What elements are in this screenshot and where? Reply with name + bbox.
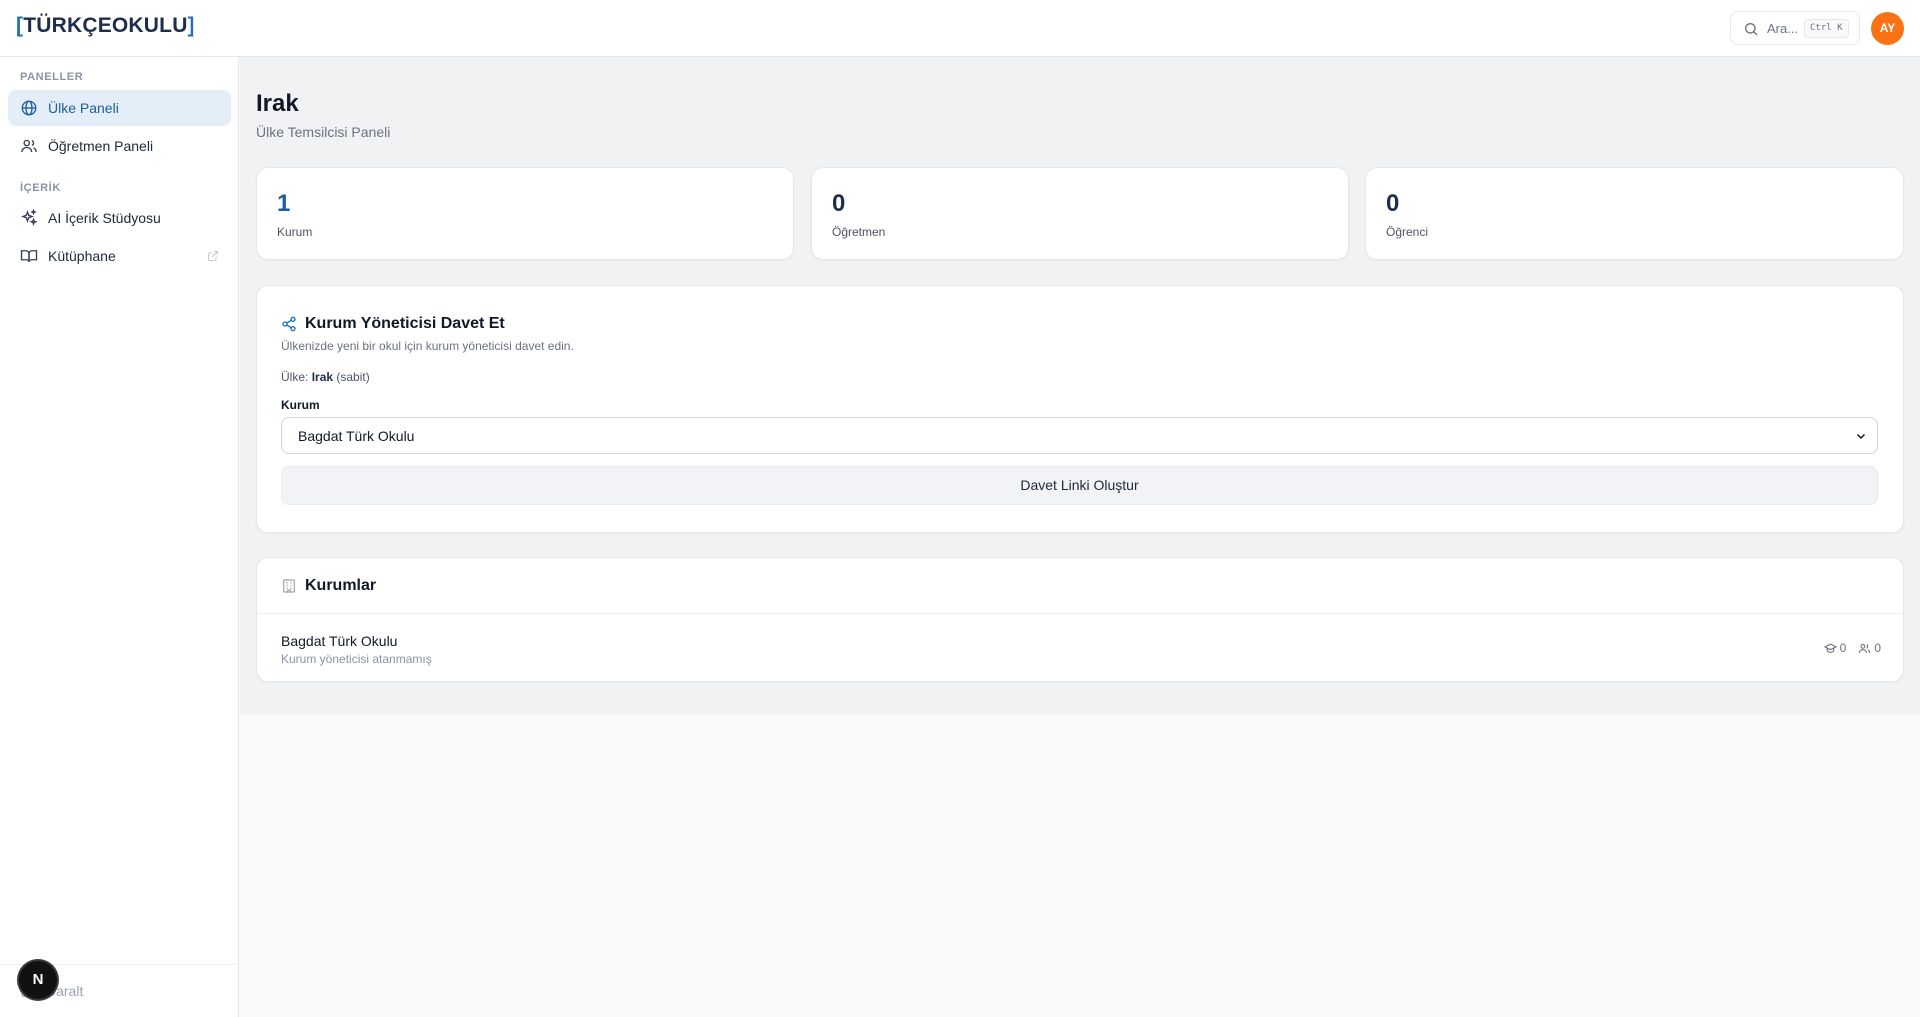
invite-card: Kurum Yöneticisi Davet Et Ülkenizde yeni… <box>256 285 1904 533</box>
stat-label: Öğretmen <box>832 225 886 239</box>
institution-name: Bagdat Türk Okulu <box>281 633 398 649</box>
sidebar-section-label: İÇERİK <box>20 182 61 194</box>
create-invite-link-button[interactable]: Davet Linki Oluştur <box>281 466 1878 505</box>
dev-tools-badge[interactable]: N <box>19 961 57 999</box>
sidebar-item-teacher-panel[interactable]: Öğretmen Paneli <box>8 128 231 164</box>
invite-description: Ülkenizde yeni bir okul için kurum yönet… <box>281 339 574 353</box>
chevron-down-icon <box>1856 433 1866 440</box>
institution-field-label: Kurum <box>281 398 320 412</box>
stat-label: Öğrenci <box>1386 225 1429 239</box>
search-shortcut: Ctrl K <box>1804 19 1849 38</box>
invite-title: Kurum Yöneticisi Davet Et <box>305 315 505 332</box>
search-icon <box>1745 23 1758 36</box>
institution-stats: 0 0 <box>1823 641 1881 655</box>
users-icon <box>21 139 37 153</box>
sidebar-item-country-panel[interactable]: Ülke Paneli <box>8 90 231 126</box>
graduation-cap-icon <box>1823 643 1837 653</box>
stat-card-students: 0 Öğrenci <box>1365 167 1904 260</box>
top-header: [TÜRKÇEOKULU] Ara... Ctrl K AY <box>0 0 1920 57</box>
brand-name: TÜRKÇEOKULU <box>23 14 188 37</box>
sidebar-item-label: AI İçerik Stüdyosu <box>48 210 161 226</box>
sidebar-item-ai-studio[interactable]: AI İçerik Stüdyosu <box>8 200 231 236</box>
student-count: 0 <box>1823 641 1846 655</box>
brand-logo[interactable]: [TÜRKÇEOKULU] <box>16 14 195 38</box>
institution-select-value: Bagdat Türk Okulu <box>298 428 415 444</box>
page-title: Irak <box>256 90 299 117</box>
sidebar-item-label: Kütüphane <box>48 248 116 264</box>
stat-card-institutions: 1 Kurum <box>256 167 794 260</box>
country-name: Irak <box>311 370 334 384</box>
page-subtitle: Ülke Temsilcisi Paneli <box>256 124 391 140</box>
institution-manager-status: Kurum yöneticisi atanmamış <box>281 652 432 666</box>
building-icon <box>283 579 295 593</box>
stat-value: 1 <box>277 190 291 217</box>
stat-card-teachers: 0 Öğretmen <box>811 167 1349 260</box>
stat-label: Kurum <box>277 225 313 239</box>
sidebar: PANELLER Ülke Paneli Öğretmen Paneli İÇE… <box>0 57 239 1017</box>
search-box[interactable]: Ara... Ctrl K <box>1730 11 1860 45</box>
sidebar-item-label: Öğretmen Paneli <box>48 138 154 154</box>
share-icon <box>282 316 296 332</box>
sidebar-section-label: PANELLER <box>20 71 84 83</box>
teacher-count: 0 <box>1858 641 1881 655</box>
external-link-icon <box>208 251 218 261</box>
sidebar-item-library[interactable]: Kütüphane <box>8 238 231 274</box>
sidebar-item-label: Ülke Paneli <box>48 100 119 116</box>
institutions-card: Kurumlar Bagdat Türk Okulu Kurum yönetic… <box>256 557 1904 682</box>
institutions-header: Kurumlar <box>257 558 1903 614</box>
book-icon <box>20 250 38 263</box>
user-avatar[interactable]: AY <box>1871 12 1904 45</box>
search-placeholder: Ara... <box>1767 21 1799 36</box>
globe-icon <box>21 100 37 116</box>
header-divider <box>193 16 194 40</box>
country-info: Ülke: Irak (sabit) <box>281 370 370 384</box>
stat-value: 0 <box>1386 190 1400 217</box>
users-icon <box>1859 643 1871 653</box>
institutions-title: Kurumlar <box>305 577 377 594</box>
institution-select[interactable]: Bagdat Türk Okulu <box>281 417 1878 454</box>
stat-value: 0 <box>832 190 846 217</box>
sparkles-icon <box>21 209 38 226</box>
